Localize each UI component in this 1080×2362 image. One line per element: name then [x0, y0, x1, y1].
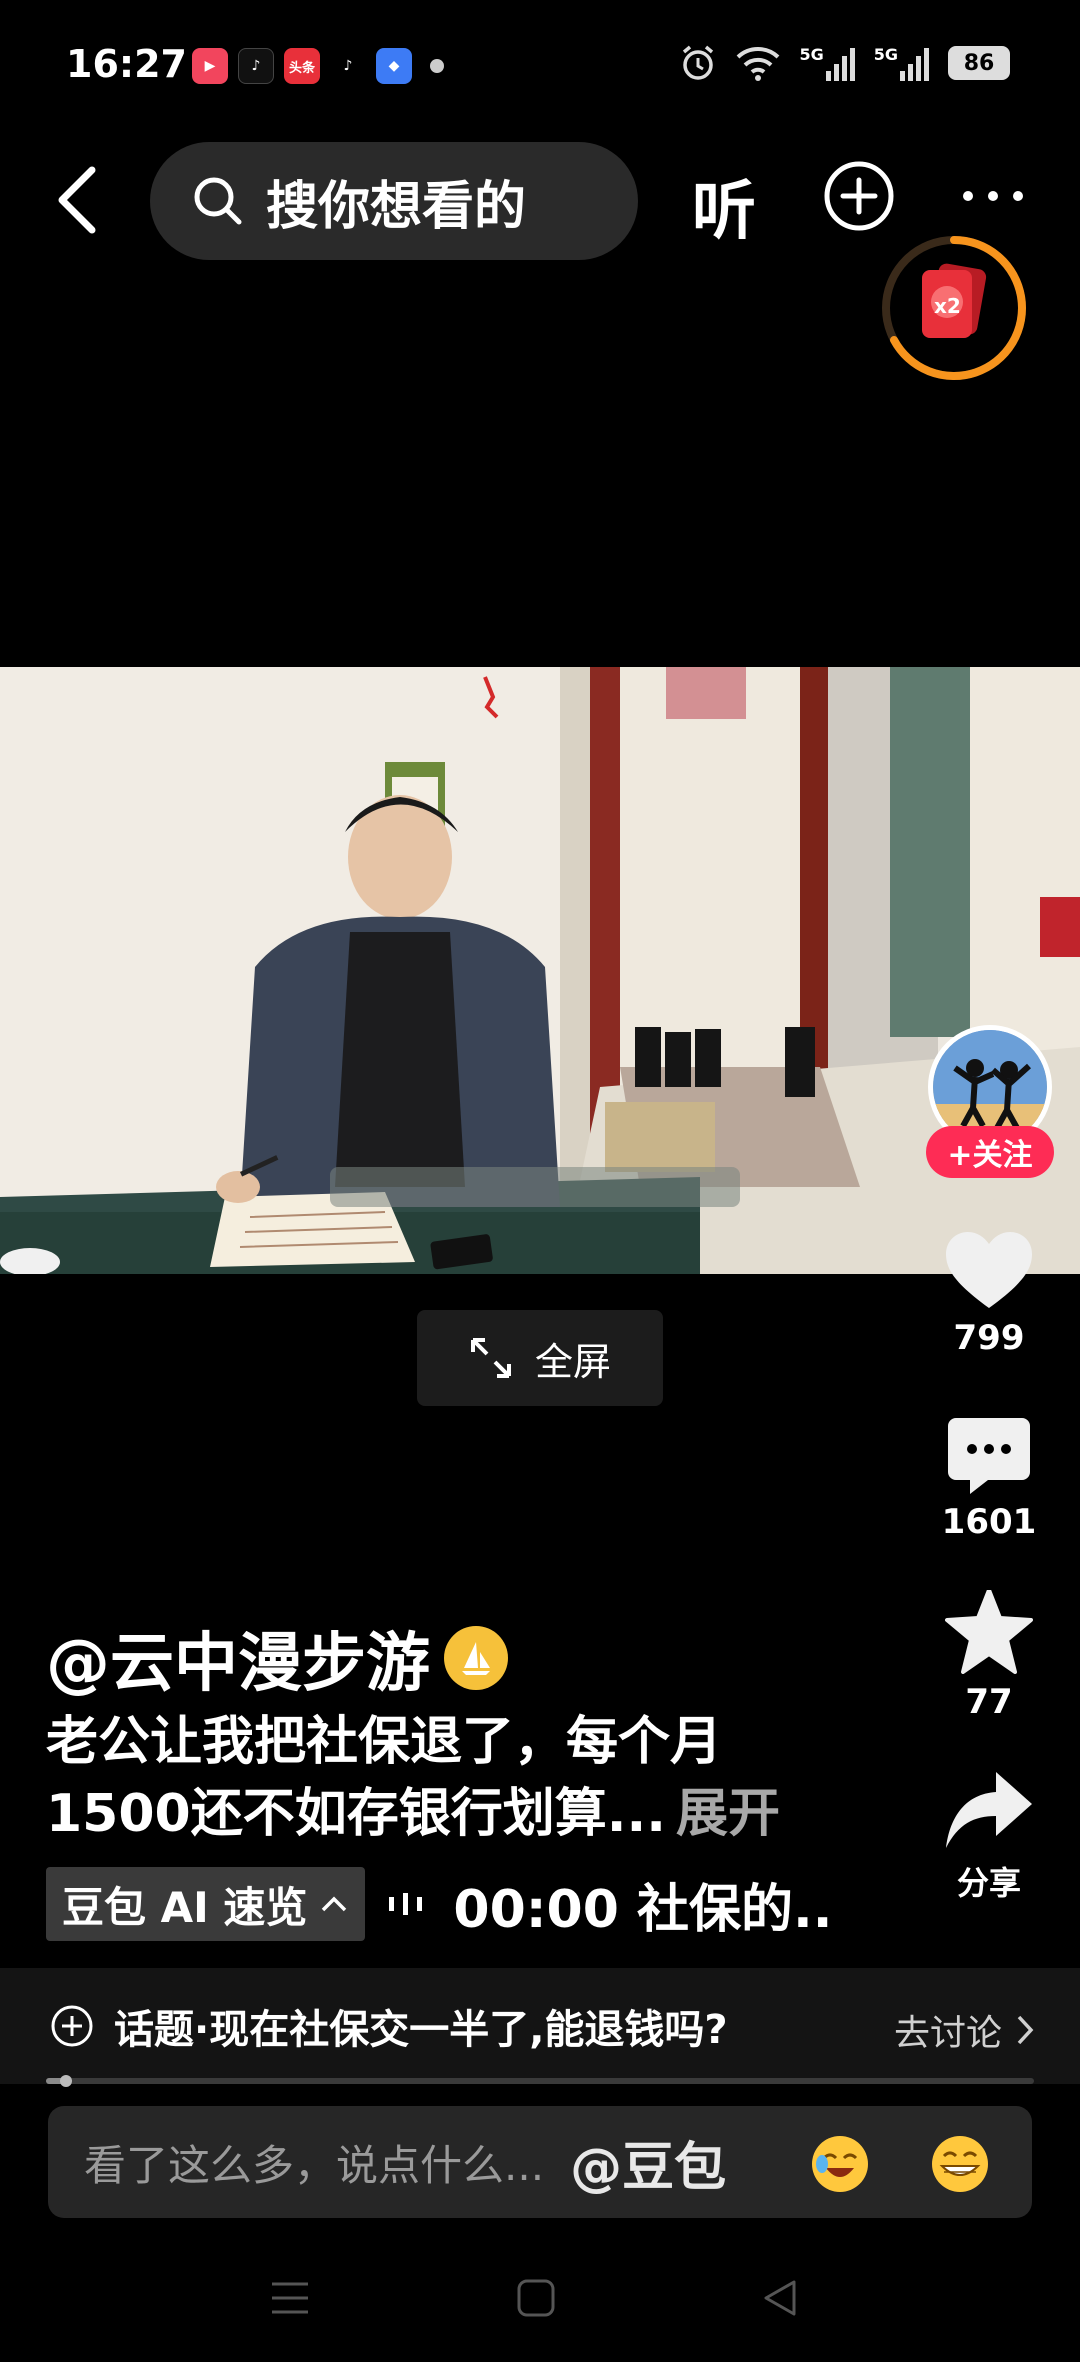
video-app-icon: ▶ — [192, 48, 228, 84]
description-line-2: 1500还不如存银行划算... 展开 — [46, 1778, 876, 1850]
author-name[interactable]: @云中漫步游 — [46, 1612, 508, 1704]
fullscreen-label: 全屏 — [534, 1339, 611, 1384]
star-icon — [945, 1590, 1033, 1674]
comment-placeholder: 看了这么多，说点什么... — [84, 2140, 545, 2190]
comment-button[interactable]: 1601 — [929, 1418, 1049, 1542]
video-progress-bar[interactable] — [46, 2075, 1034, 2087]
grinning-emoji-icon[interactable] — [930, 2134, 990, 2194]
ai-chip-label: 豆包 AI 速览 — [62, 1882, 308, 1932]
menu-nav-icon[interactable] — [270, 2280, 310, 2316]
toutiao-icon: 头条 — [284, 48, 320, 84]
notification-icons: ▶ ♪ 头条 ♪ ◆ — [192, 48, 444, 84]
laughing-emoji-icon[interactable] — [810, 2134, 870, 2194]
signal-5g-2-icon: 5G — [874, 45, 930, 81]
fullscreen-button[interactable]: 全屏 — [417, 1310, 663, 1406]
listen-button[interactable]: 听 — [692, 160, 756, 252]
favorite-button[interactable]: 77 — [929, 1590, 1049, 1722]
discuss-link[interactable]: 去讨论 — [894, 2004, 1034, 2056]
chevron-right-icon — [1017, 2015, 1034, 2045]
ai-summary-chip[interactable]: 豆包 AI 速览 — [46, 1867, 366, 1941]
home-nav-icon[interactable] — [516, 2278, 556, 2318]
topic-bar[interactable]: 话题·现在社保交一半了,能退钱吗? 去讨论 — [0, 1968, 1080, 2084]
description-text: 1500还不如存银行划算... — [46, 1784, 666, 1844]
share-icon — [946, 1772, 1032, 1848]
video-player[interactable] — [0, 667, 1080, 1274]
favorite-count: 77 — [965, 1682, 1013, 1722]
status-time: 16:27 — [66, 42, 187, 86]
audio-wave-icon — [389, 1893, 423, 1915]
comment-icon — [948, 1418, 1030, 1494]
blue-app-icon: ◆ — [376, 48, 412, 84]
author-handle: @云中漫步游 — [46, 1627, 430, 1701]
red-packet-reward[interactable]: x2 — [876, 230, 1032, 386]
tiktok-icon: ♪ — [330, 48, 366, 84]
alarm-icon — [683, 45, 714, 80]
ai-summary-text[interactable]: 00:00 社保的.. — [453, 1867, 832, 1942]
more-icon[interactable] — [958, 186, 1028, 206]
add-topic-icon — [51, 2005, 93, 2047]
description-line-1: 老公让我把社保退了，每个月 — [46, 1712, 723, 1772]
signal-label: 5G — [799, 45, 824, 64]
search-icon — [194, 177, 242, 225]
heart-icon — [946, 1232, 1032, 1308]
video-description[interactable]: 老公让我把社保退了，每个月 1500还不如存银行划算... 展开 — [46, 1706, 876, 1850]
system-indicators: 5G 5G 86 — [679, 44, 1010, 82]
comment-input-bar[interactable]: 看了这么多，说点什么... @豆包 — [48, 2106, 1032, 2218]
wifi-icon — [737, 47, 780, 81]
red-packet-badge: x2 — [934, 294, 961, 318]
ai-summary-row: 豆包 AI 速览 00:00 社保的.. — [46, 1866, 833, 1942]
comment-count: 1601 — [941, 1502, 1037, 1542]
video-frame — [0, 667, 1080, 1274]
back-nav-icon[interactable] — [760, 2278, 800, 2318]
search-box[interactable]: 搜你想看的 — [150, 142, 638, 260]
share-button[interactable]: 分享 — [929, 1772, 1049, 1904]
progress-thumb[interactable] — [59, 2075, 72, 2087]
discuss-label: 去讨论 — [893, 2013, 1002, 2054]
status-bar: 16:27 ▶ ♪ 头条 ♪ ◆ 5G 5G 86 — [0, 0, 1080, 130]
follow-button[interactable]: +关注 — [926, 1126, 1054, 1178]
like-count: 799 — [953, 1318, 1025, 1358]
search-placeholder: 搜你想看的 — [266, 176, 527, 237]
share-label: 分享 — [956, 1864, 1021, 1902]
chevron-up-icon — [322, 1896, 347, 1912]
system-navigation — [0, 2260, 1080, 2340]
add-button[interactable] — [823, 160, 895, 232]
verified-badge-icon — [444, 1626, 508, 1690]
expand-link[interactable]: 展开 — [676, 1784, 780, 1844]
signal-label: 5G — [873, 45, 898, 64]
signal-5g-icon: 5G — [799, 45, 855, 81]
back-button[interactable] — [44, 160, 114, 240]
douyin-icon: ♪ — [238, 48, 274, 84]
expand-icon — [470, 1338, 511, 1378]
more-notifications-icon — [430, 59, 444, 73]
like-button[interactable]: 799 — [929, 1232, 1049, 1358]
battery-icon: 86 — [948, 46, 1010, 80]
topic-text: 话题·现在社保交一半了,能退钱吗? — [114, 2007, 728, 2053]
mention-doubao[interactable]: @豆包 — [570, 2125, 726, 2200]
